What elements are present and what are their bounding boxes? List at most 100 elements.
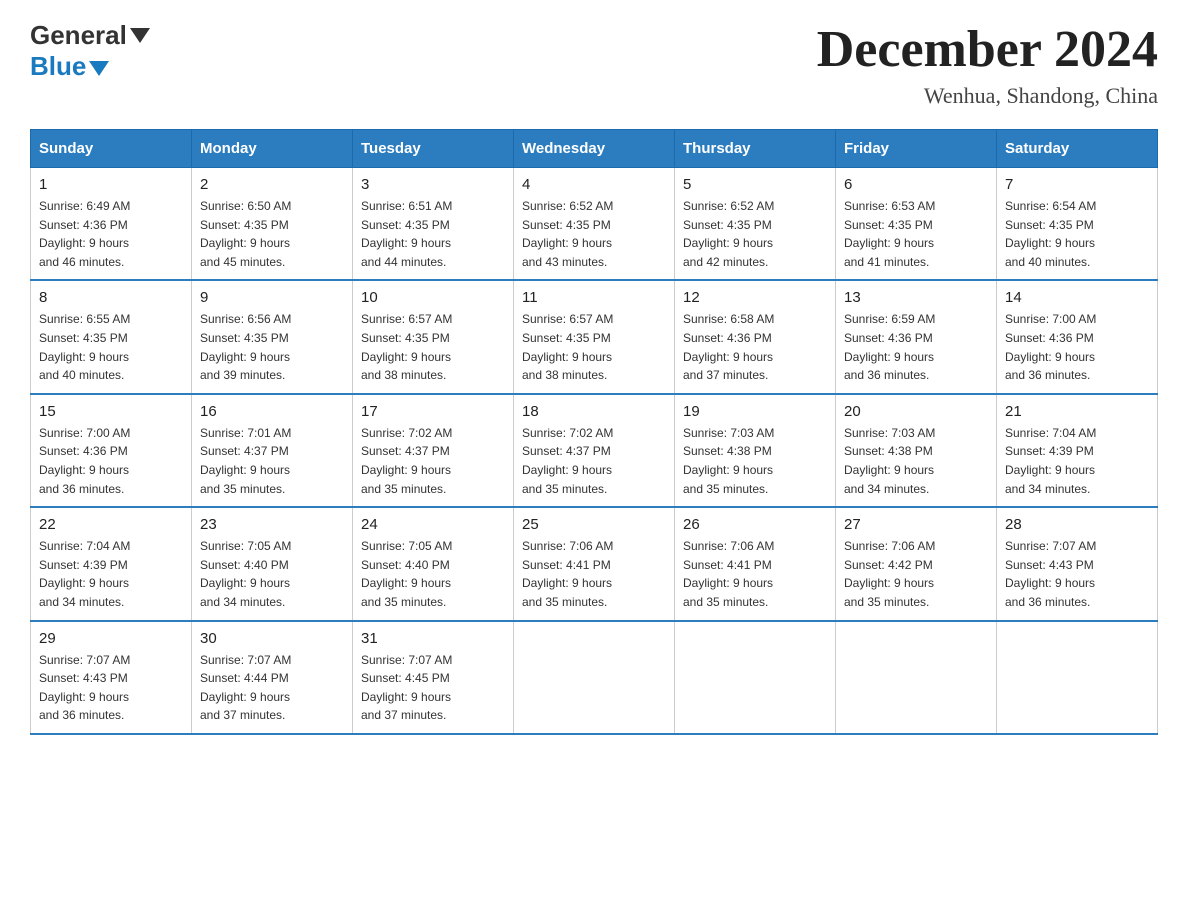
- day-info: Sunrise: 6:52 AM Sunset: 4:35 PM Dayligh…: [683, 197, 827, 271]
- calendar-week-row: 29 Sunrise: 7:07 AM Sunset: 4:43 PM Dayl…: [31, 621, 1158, 734]
- calendar-cell: 6 Sunrise: 6:53 AM Sunset: 4:35 PM Dayli…: [836, 168, 997, 281]
- day-info: Sunrise: 6:52 AM Sunset: 4:35 PM Dayligh…: [522, 197, 666, 271]
- day-number: 9: [200, 289, 344, 306]
- day-info: Sunrise: 7:00 AM Sunset: 4:36 PM Dayligh…: [1005, 310, 1149, 384]
- col-friday: Friday: [836, 130, 997, 168]
- day-number: 12: [683, 289, 827, 306]
- calendar-week-row: 22 Sunrise: 7:04 AM Sunset: 4:39 PM Dayl…: [31, 507, 1158, 620]
- day-number: 20: [844, 403, 988, 420]
- day-info: Sunrise: 6:53 AM Sunset: 4:35 PM Dayligh…: [844, 197, 988, 271]
- day-number: 18: [522, 403, 666, 420]
- day-number: 21: [1005, 403, 1149, 420]
- day-number: 19: [683, 403, 827, 420]
- calendar-cell: 1 Sunrise: 6:49 AM Sunset: 4:36 PM Dayli…: [31, 168, 192, 281]
- col-thursday: Thursday: [675, 130, 836, 168]
- day-info: Sunrise: 7:05 AM Sunset: 4:40 PM Dayligh…: [361, 537, 505, 611]
- calendar-cell: 15 Sunrise: 7:00 AM Sunset: 4:36 PM Dayl…: [31, 394, 192, 507]
- day-number: 28: [1005, 516, 1149, 533]
- day-info: Sunrise: 7:04 AM Sunset: 4:39 PM Dayligh…: [1005, 424, 1149, 498]
- day-info: Sunrise: 6:55 AM Sunset: 4:35 PM Dayligh…: [39, 310, 183, 384]
- day-info: Sunrise: 6:50 AM Sunset: 4:35 PM Dayligh…: [200, 197, 344, 271]
- day-info: Sunrise: 7:02 AM Sunset: 4:37 PM Dayligh…: [361, 424, 505, 498]
- day-info: Sunrise: 7:06 AM Sunset: 4:42 PM Dayligh…: [844, 537, 988, 611]
- day-number: 10: [361, 289, 505, 306]
- calendar-cell: 11 Sunrise: 6:57 AM Sunset: 4:35 PM Dayl…: [514, 280, 675, 393]
- calendar-cell: 7 Sunrise: 6:54 AM Sunset: 4:35 PM Dayli…: [997, 168, 1158, 281]
- calendar-cell: 23 Sunrise: 7:05 AM Sunset: 4:40 PM Dayl…: [192, 507, 353, 620]
- calendar-cell: 22 Sunrise: 7:04 AM Sunset: 4:39 PM Dayl…: [31, 507, 192, 620]
- col-tuesday: Tuesday: [353, 130, 514, 168]
- day-info: Sunrise: 7:07 AM Sunset: 4:44 PM Dayligh…: [200, 651, 344, 725]
- calendar-cell: 12 Sunrise: 6:58 AM Sunset: 4:36 PM Dayl…: [675, 280, 836, 393]
- month-title: December 2024: [817, 20, 1158, 79]
- calendar-cell: 27 Sunrise: 7:06 AM Sunset: 4:42 PM Dayl…: [836, 507, 997, 620]
- day-info: Sunrise: 7:05 AM Sunset: 4:40 PM Dayligh…: [200, 537, 344, 611]
- day-info: Sunrise: 7:06 AM Sunset: 4:41 PM Dayligh…: [522, 537, 666, 611]
- calendar-cell: 10 Sunrise: 6:57 AM Sunset: 4:35 PM Dayl…: [353, 280, 514, 393]
- calendar-cell: 30 Sunrise: 7:07 AM Sunset: 4:44 PM Dayl…: [192, 621, 353, 734]
- day-info: Sunrise: 6:57 AM Sunset: 4:35 PM Dayligh…: [522, 310, 666, 384]
- day-number: 15: [39, 403, 183, 420]
- day-info: Sunrise: 6:54 AM Sunset: 4:35 PM Dayligh…: [1005, 197, 1149, 271]
- day-number: 1: [39, 176, 183, 193]
- calendar-cell: 17 Sunrise: 7:02 AM Sunset: 4:37 PM Dayl…: [353, 394, 514, 507]
- calendar-cell: 29 Sunrise: 7:07 AM Sunset: 4:43 PM Dayl…: [31, 621, 192, 734]
- day-info: Sunrise: 6:58 AM Sunset: 4:36 PM Dayligh…: [683, 310, 827, 384]
- day-number: 7: [1005, 176, 1149, 193]
- day-info: Sunrise: 6:51 AM Sunset: 4:35 PM Dayligh…: [361, 197, 505, 271]
- calendar-table: Sunday Monday Tuesday Wednesday Thursday…: [30, 129, 1158, 735]
- day-info: Sunrise: 7:00 AM Sunset: 4:36 PM Dayligh…: [39, 424, 183, 498]
- col-saturday: Saturday: [997, 130, 1158, 168]
- calendar-cell: 25 Sunrise: 7:06 AM Sunset: 4:41 PM Dayl…: [514, 507, 675, 620]
- col-monday: Monday: [192, 130, 353, 168]
- day-info: Sunrise: 7:04 AM Sunset: 4:39 PM Dayligh…: [39, 537, 183, 611]
- col-sunday: Sunday: [31, 130, 192, 168]
- day-number: 5: [683, 176, 827, 193]
- calendar-body: 1 Sunrise: 6:49 AM Sunset: 4:36 PM Dayli…: [31, 168, 1158, 734]
- day-info: Sunrise: 7:01 AM Sunset: 4:37 PM Dayligh…: [200, 424, 344, 498]
- day-number: 25: [522, 516, 666, 533]
- day-info: Sunrise: 6:59 AM Sunset: 4:36 PM Dayligh…: [844, 310, 988, 384]
- day-info: Sunrise: 6:56 AM Sunset: 4:35 PM Dayligh…: [200, 310, 344, 384]
- logo-blue-text: Blue: [30, 51, 86, 82]
- logo: General Blue: [30, 20, 150, 82]
- calendar-cell: [997, 621, 1158, 734]
- day-number: 23: [200, 516, 344, 533]
- calendar-header: Sunday Monday Tuesday Wednesday Thursday…: [31, 130, 1158, 168]
- logo-bottom: Blue: [30, 51, 150, 82]
- calendar-cell: 19 Sunrise: 7:03 AM Sunset: 4:38 PM Dayl…: [675, 394, 836, 507]
- calendar-week-row: 1 Sunrise: 6:49 AM Sunset: 4:36 PM Dayli…: [31, 168, 1158, 281]
- calendar-cell: 26 Sunrise: 7:06 AM Sunset: 4:41 PM Dayl…: [675, 507, 836, 620]
- calendar-cell: 2 Sunrise: 6:50 AM Sunset: 4:35 PM Dayli…: [192, 168, 353, 281]
- day-number: 30: [200, 630, 344, 647]
- day-number: 8: [39, 289, 183, 306]
- calendar-cell: 13 Sunrise: 6:59 AM Sunset: 4:36 PM Dayl…: [836, 280, 997, 393]
- day-number: 2: [200, 176, 344, 193]
- location-subtitle: Wenhua, Shandong, China: [817, 83, 1158, 109]
- day-number: 26: [683, 516, 827, 533]
- day-info: Sunrise: 7:03 AM Sunset: 4:38 PM Dayligh…: [844, 424, 988, 498]
- calendar-cell: 8 Sunrise: 6:55 AM Sunset: 4:35 PM Dayli…: [31, 280, 192, 393]
- calendar-cell: 4 Sunrise: 6:52 AM Sunset: 4:35 PM Dayli…: [514, 168, 675, 281]
- calendar-cell: 5 Sunrise: 6:52 AM Sunset: 4:35 PM Dayli…: [675, 168, 836, 281]
- calendar-cell: 24 Sunrise: 7:05 AM Sunset: 4:40 PM Dayl…: [353, 507, 514, 620]
- title-section: December 2024 Wenhua, Shandong, China: [817, 20, 1158, 109]
- day-number: 31: [361, 630, 505, 647]
- calendar-cell: [514, 621, 675, 734]
- logo-top: General: [30, 20, 150, 51]
- calendar-week-row: 8 Sunrise: 6:55 AM Sunset: 4:35 PM Dayli…: [31, 280, 1158, 393]
- day-number: 29: [39, 630, 183, 647]
- page-header: General Blue December 2024 Wenhua, Shand…: [30, 20, 1158, 109]
- calendar-cell: 31 Sunrise: 7:07 AM Sunset: 4:45 PM Dayl…: [353, 621, 514, 734]
- day-info: Sunrise: 7:07 AM Sunset: 4:43 PM Dayligh…: [1005, 537, 1149, 611]
- day-info: Sunrise: 7:03 AM Sunset: 4:38 PM Dayligh…: [683, 424, 827, 498]
- calendar-cell: 20 Sunrise: 7:03 AM Sunset: 4:38 PM Dayl…: [836, 394, 997, 507]
- calendar-cell: [836, 621, 997, 734]
- day-info: Sunrise: 7:02 AM Sunset: 4:37 PM Dayligh…: [522, 424, 666, 498]
- day-number: 11: [522, 289, 666, 306]
- calendar-week-row: 15 Sunrise: 7:00 AM Sunset: 4:36 PM Dayl…: [31, 394, 1158, 507]
- day-number: 17: [361, 403, 505, 420]
- day-number: 22: [39, 516, 183, 533]
- day-number: 6: [844, 176, 988, 193]
- day-info: Sunrise: 7:06 AM Sunset: 4:41 PM Dayligh…: [683, 537, 827, 611]
